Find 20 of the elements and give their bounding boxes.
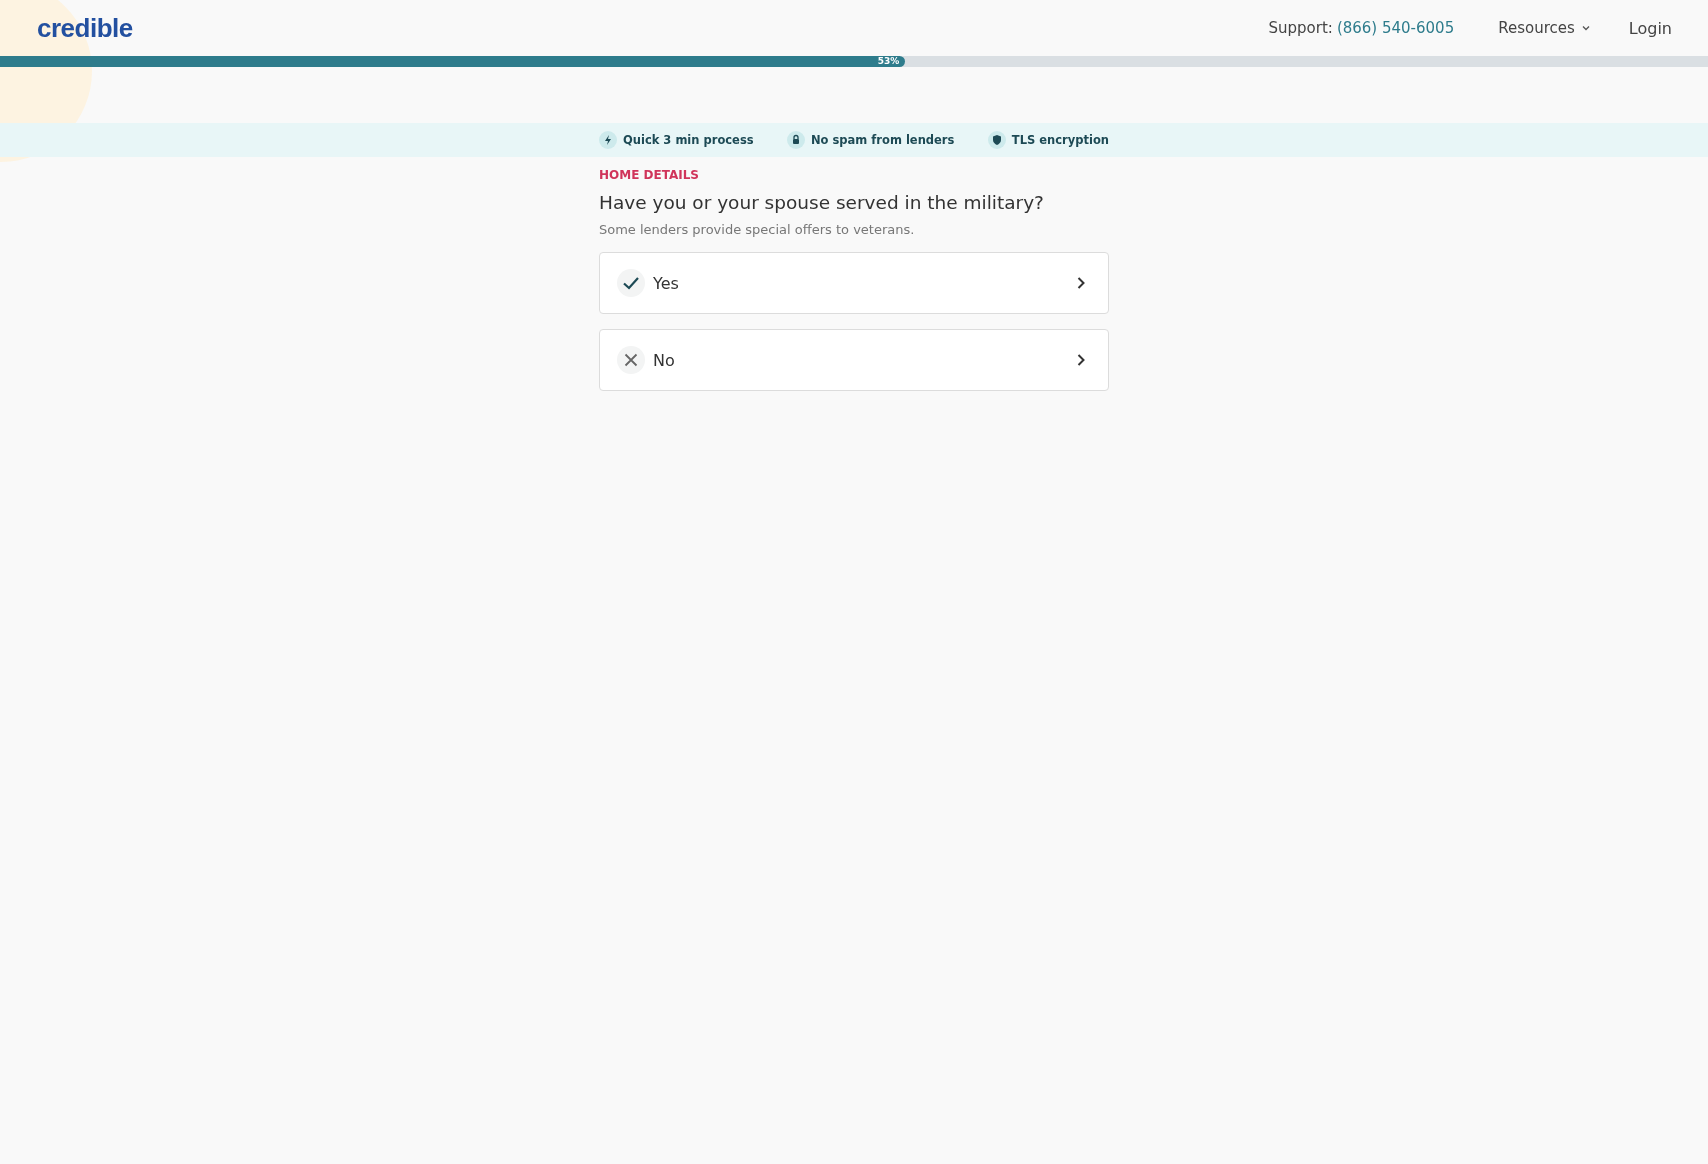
x-icon (617, 346, 645, 374)
progress-label: 53% (877, 57, 901, 66)
support-label: Support: (1268, 19, 1333, 37)
lightning-icon (599, 131, 617, 149)
resources-menu[interactable]: Resources (1498, 19, 1591, 37)
shield-icon (987, 131, 1006, 149)
answer-option[interactable]: No (599, 329, 1109, 391)
lock-icon (787, 131, 805, 149)
logo[interactable]: credible (37, 12, 133, 44)
login-link[interactable]: Login (1628, 18, 1672, 38)
badge-text: No spam from lenders (811, 133, 955, 147)
answer-option[interactable]: Yes (599, 252, 1109, 314)
question-hint: Some lenders provide special offers to veterans. (599, 222, 916, 237)
caret-icon (1580, 23, 1591, 33)
phone-link[interactable]: (866) 540-6005 (1336, 19, 1455, 37)
section-label: HOME DETAILS (599, 168, 700, 182)
badge-text: Quick 3 min process (623, 133, 754, 147)
checkmark-icon (617, 269, 645, 297)
badge-text: TLS encryption (1011, 133, 1109, 147)
question-title: Have you or your spouse served in the military? (599, 192, 1045, 213)
